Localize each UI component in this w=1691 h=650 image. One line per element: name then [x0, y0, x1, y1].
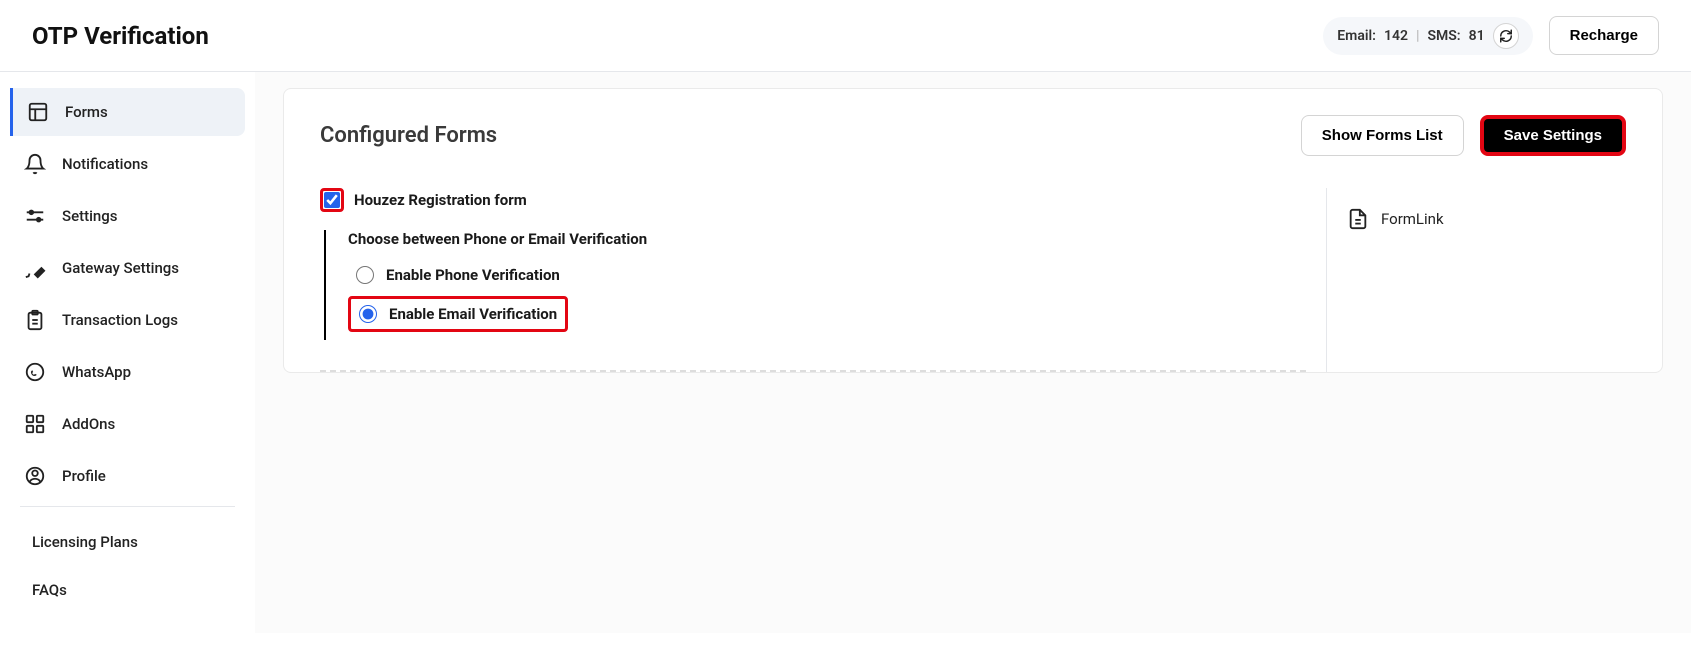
credits-pill: Email: 142 | SMS: 81: [1323, 17, 1532, 55]
email-credit-label: Email:: [1337, 28, 1376, 44]
whatsapp-icon: [24, 361, 46, 383]
layout: Forms Notifications Settings Gateway Set…: [0, 72, 1691, 633]
sidebar-item-faqs[interactable]: FAQs: [10, 569, 245, 611]
pen-icon: [24, 257, 46, 279]
sidebar-divider: [20, 506, 235, 507]
form-name: Houzez Registration form: [354, 191, 527, 209]
sms-credit-label: SMS:: [1427, 28, 1460, 44]
phone-radio[interactable]: [356, 266, 374, 284]
email-radio[interactable]: [359, 305, 377, 323]
recharge-button[interactable]: Recharge: [1549, 16, 1659, 55]
sidebar-label: Transaction Logs: [62, 311, 178, 329]
sidebar-label: AddOns: [62, 415, 115, 433]
sliders-icon: [24, 205, 46, 227]
sidebar-label: Forms: [65, 103, 108, 121]
card-header: Configured Forms Show Forms List Save Se…: [320, 115, 1626, 156]
sidebar-item-logs[interactable]: Transaction Logs: [10, 296, 245, 344]
content-row: Houzez Registration form Choose between …: [320, 188, 1626, 372]
card: Configured Forms Show Forms List Save Se…: [283, 88, 1663, 373]
sidebar: Forms Notifications Settings Gateway Set…: [0, 72, 255, 633]
clipboard-icon: [24, 309, 46, 331]
sidebar-label: Gateway Settings: [62, 259, 179, 277]
formlink-row[interactable]: FormLink: [1347, 208, 1626, 230]
page-title: OTP Verification: [32, 22, 209, 50]
grid-icon: [24, 413, 46, 435]
email-radio-label: Enable Email Verification: [389, 305, 557, 323]
sidebar-item-licensing[interactable]: Licensing Plans: [10, 521, 245, 563]
card-actions: Show Forms List Save Settings: [1301, 115, 1626, 156]
sidebar-item-whatsapp[interactable]: WhatsApp: [10, 348, 245, 396]
sidebar-item-forms[interactable]: Forms: [10, 88, 245, 136]
card-title: Configured Forms: [320, 123, 497, 148]
email-verification-option[interactable]: Enable Email Verification: [348, 296, 568, 332]
sidebar-label: WhatsApp: [62, 363, 131, 381]
top-right: Email: 142 | SMS: 81 Recharge: [1323, 16, 1659, 55]
formlink-label: FormLink: [1381, 210, 1444, 228]
options-group: Choose between Phone or Email Verificati…: [324, 230, 1306, 340]
save-settings-button[interactable]: Save Settings: [1480, 115, 1626, 156]
sidebar-item-profile[interactable]: Profile: [10, 452, 245, 500]
sidebar-item-notifications[interactable]: Notifications: [10, 140, 245, 188]
sidebar-item-gateway[interactable]: Gateway Settings: [10, 244, 245, 292]
form-enabled-checkbox[interactable]: [324, 192, 340, 208]
side-panel: FormLink: [1326, 188, 1626, 372]
checkbox-highlight: [320, 188, 344, 212]
phone-radio-label: Enable Phone Verification: [386, 266, 560, 284]
credits-separator: |: [1416, 28, 1420, 44]
user-icon: [24, 465, 46, 487]
form-config: Houzez Registration form Choose between …: [320, 188, 1306, 372]
top-bar: OTP Verification Email: 142 | SMS: 81 Rec…: [0, 0, 1691, 72]
form-header: Houzez Registration form: [320, 188, 1306, 212]
refresh-button[interactable]: [1493, 23, 1519, 49]
sidebar-label: Settings: [62, 207, 118, 225]
sidebar-item-settings[interactable]: Settings: [10, 192, 245, 240]
document-icon: [1347, 208, 1369, 230]
bell-icon: [24, 153, 46, 175]
sidebar-label: Profile: [62, 467, 106, 485]
refresh-icon: [1499, 29, 1513, 43]
phone-verification-option[interactable]: Enable Phone Verification: [348, 262, 1306, 288]
sms-credit-value: 81: [1469, 28, 1485, 44]
options-heading: Choose between Phone or Email Verificati…: [348, 230, 1306, 248]
sidebar-item-addons[interactable]: AddOns: [10, 400, 245, 448]
show-forms-button[interactable]: Show Forms List: [1301, 115, 1464, 156]
main-content: Configured Forms Show Forms List Save Se…: [255, 72, 1691, 633]
sidebar-label: Notifications: [62, 155, 148, 173]
forms-icon: [27, 101, 49, 123]
email-credit-value: 142: [1384, 28, 1408, 44]
